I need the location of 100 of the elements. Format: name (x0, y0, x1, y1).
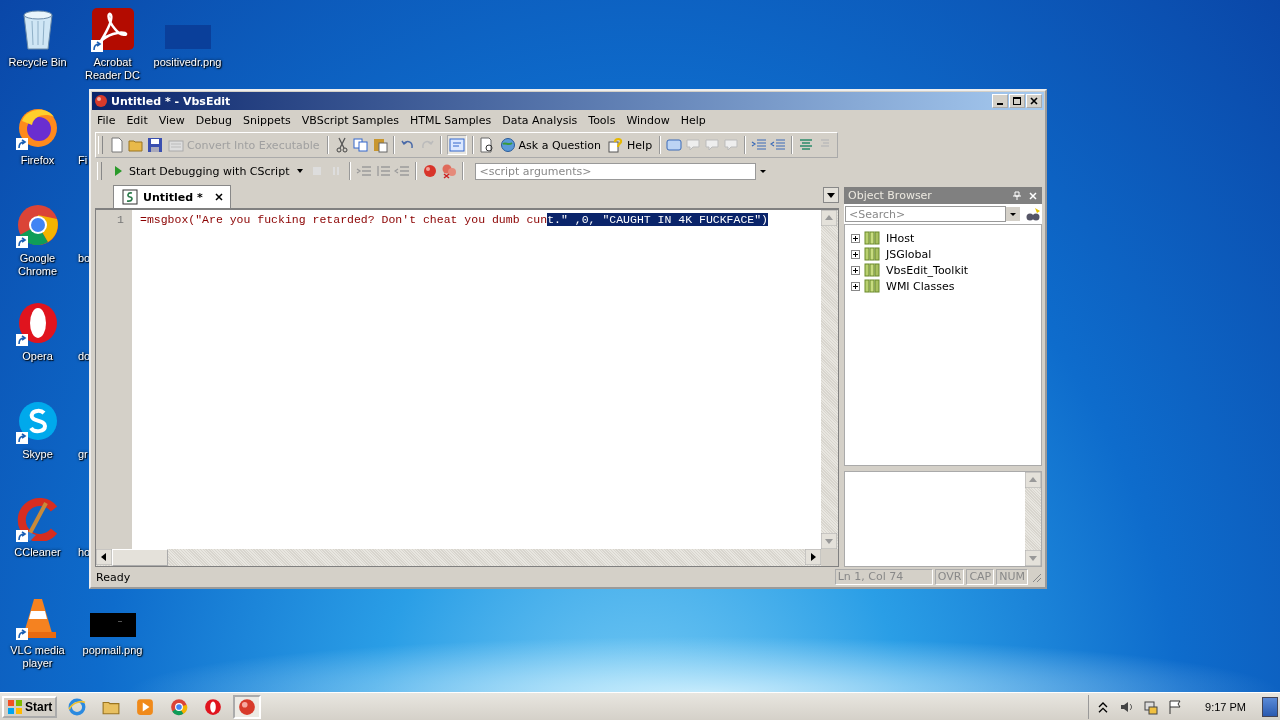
code-text: =msgbox("Are you fucking retarded? Don't cheat you dumb cun (140, 213, 548, 226)
indent-icon[interactable] (751, 137, 768, 153)
scroll-right-icon[interactable] (805, 549, 821, 565)
start-debugging-button[interactable]: Start Debugging with CScript (108, 161, 307, 181)
desktop-icon-label[interactable]: Opera (22, 350, 53, 363)
desktop-icon-label[interactable]: Firefox (20, 154, 55, 167)
chrome-icon[interactable] (15, 203, 60, 247)
maximize-icon (1012, 96, 1022, 106)
desktop-icon-label[interactable]: Acrobat Reader DC (75, 56, 150, 82)
scroll-down-icon[interactable] (1025, 550, 1041, 566)
tree-item[interactable]: VbsEdit_Toolkit (851, 263, 1035, 277)
flag-icon[interactable] (1167, 699, 1184, 715)
menu-item[interactable]: Tools (588, 114, 616, 129)
expander-icon[interactable] (851, 281, 860, 291)
menu-item[interactable]: Data Analysis (502, 114, 578, 129)
app-icon (94, 94, 108, 108)
menu-item[interactable]: File (97, 114, 116, 129)
caret-icon (296, 167, 305, 175)
expander-icon[interactable] (851, 265, 860, 275)
desktop-icon-label[interactable]: positivedr.png (153, 56, 222, 69)
menu-item[interactable]: Debug (195, 114, 233, 129)
scroll-up-icon[interactable] (1025, 472, 1041, 488)
clock[interactable]: 9:17 PM (1205, 701, 1246, 713)
media-player-icon (136, 698, 155, 716)
new-file-icon[interactable] (109, 137, 125, 153)
menu-item[interactable]: HTML Samples (410, 114, 492, 129)
script-file-icon (122, 189, 138, 205)
minimize-icon (997, 103, 1003, 105)
desktop-icon-label[interactable]: Google Chrome (0, 252, 75, 278)
dropdown-icon (1006, 207, 1020, 221)
script-arguments-field[interactable]: <script arguments> (475, 162, 757, 180)
expander-icon[interactable] (851, 249, 860, 259)
tree-item[interactable]: JSGlobal (851, 247, 1035, 261)
start-button[interactable]: Start (2, 696, 58, 718)
window-title: Untitled * - VbsEdit (111, 94, 232, 108)
scroll-up-icon[interactable] (821, 210, 837, 226)
panel-title: Object Browser (848, 189, 933, 202)
desktop-icon-label[interactable]: VLC media player (0, 644, 75, 670)
desktop-icon-label[interactable]: popmail.png (82, 644, 143, 657)
tree-item[interactable]: WMI Classes (851, 279, 1035, 293)
copy-icon[interactable] (352, 137, 369, 153)
minimize-button[interactable] (992, 94, 1008, 108)
selected-code: t." ,0, "CAUGHT IN 4K FUCKFACE") (547, 213, 768, 226)
close-button[interactable] (1026, 94, 1042, 108)
tree-item[interactable]: IHost (851, 231, 1035, 245)
status-indicator: CAP (966, 569, 995, 585)
status-indicator: OVR (934, 569, 965, 585)
menu-item[interactable]: Snippets (243, 114, 291, 129)
horizontal-scrollbar[interactable] (96, 549, 821, 566)
menu-item[interactable]: Edit (126, 114, 148, 129)
menu-item[interactable]: Window (626, 114, 670, 129)
desktop-icon-label[interactable]: Skype (22, 448, 53, 461)
library-icon (864, 247, 882, 261)
resize-grip-icon[interactable] (1030, 571, 1042, 583)
browser-e-icon (68, 698, 87, 716)
windows-logo-icon (7, 699, 23, 715)
show-desktop-button[interactable] (1262, 697, 1278, 717)
taskbar-button[interactable] (233, 695, 262, 719)
help-button[interactable]: Help (606, 135, 655, 155)
maximize-button[interactable] (1009, 94, 1025, 108)
document-tab[interactable]: Untitled * (113, 185, 231, 208)
desktop-icon-label[interactable]: gr (78, 448, 88, 461)
ask-question-button[interactable]: Ask a Question (497, 135, 604, 155)
expander-icon[interactable] (851, 233, 860, 243)
document-search-icon[interactable] (478, 137, 495, 153)
status-indicator: NUM (996, 569, 1028, 585)
scrollbar-corner (821, 549, 838, 566)
ccleaner-icon[interactable] (15, 497, 60, 541)
scroll-left-icon[interactable] (96, 549, 112, 565)
pin-icon[interactable] (1012, 190, 1022, 201)
desktop-icon-label[interactable]: Fi (78, 154, 88, 167)
save-icon[interactable] (147, 137, 163, 153)
window-icon[interactable] (666, 137, 683, 153)
opera-icon (204, 698, 223, 716)
image-thumbnail[interactable] (164, 25, 211, 49)
desktop-icon-label[interactable]: CCleaner (14, 546, 61, 559)
menu-item[interactable]: VBScript Samples (301, 114, 400, 129)
vertical-scrollbar[interactable] (821, 210, 838, 549)
align-icon[interactable] (798, 137, 815, 153)
binoculars-icon[interactable] (1025, 206, 1041, 222)
app-icon (238, 698, 257, 716)
image-thumbnail[interactable] (89, 613, 136, 637)
close-icon[interactable] (213, 192, 224, 202)
paste-icon[interactable] (371, 137, 388, 153)
tab-list-button[interactable] (823, 187, 839, 203)
globe-icon (499, 137, 516, 153)
network-icon[interactable] (1143, 699, 1160, 715)
menu-item[interactable]: Help (680, 114, 706, 129)
search-field[interactable]: <Search> (845, 206, 1006, 222)
vertical-scrollbar[interactable] (1025, 472, 1041, 566)
clear-breakpoints-icon[interactable] (441, 163, 458, 179)
library-icon (864, 279, 882, 293)
form-icon[interactable] (446, 135, 467, 155)
breakpoint-icon[interactable] (422, 163, 439, 179)
library-icon (864, 231, 882, 245)
menu-item[interactable]: View (158, 114, 185, 129)
line-number: 1 (117, 212, 124, 227)
scissors-icon[interactable] (333, 137, 350, 153)
outdent-icon[interactable] (770, 137, 787, 153)
desktop-icon-label[interactable]: Recycle Bin (8, 56, 67, 69)
